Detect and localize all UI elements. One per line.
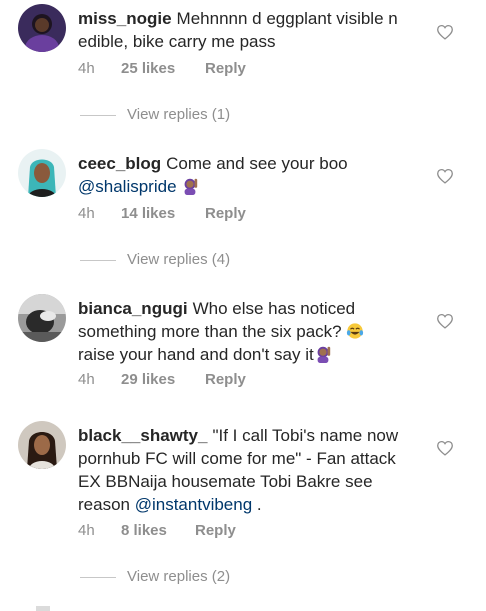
view-replies-label[interactable]: View replies (4) <box>127 249 230 271</box>
divider <box>80 260 116 261</box>
comment-text: black__shawty_ "If I call Tobi's name now… <box>78 424 418 516</box>
username[interactable]: miss_nogie <box>78 9 172 28</box>
mention-link[interactable]: @instantvibeng <box>135 495 252 514</box>
avatar[interactable] <box>18 421 66 469</box>
comment-text: miss_nogie Mehnnnn d eggplant visible n e… <box>78 7 418 53</box>
heart-icon[interactable] <box>436 24 454 40</box>
timestamp: 4h <box>78 371 95 388</box>
username[interactable]: ceec_blog <box>78 154 161 173</box>
comment-body-end: . <box>256 495 262 514</box>
heart-icon[interactable] <box>436 440 454 456</box>
reply-button[interactable]: Reply <box>205 370 246 390</box>
mention-link[interactable]: @shalispride <box>78 177 177 196</box>
tears-of-joy-icon <box>347 323 364 339</box>
username[interactable]: black__shawty_ <box>78 426 207 445</box>
reply-button[interactable]: Reply <box>205 59 246 79</box>
timestamp: 4h <box>78 522 95 539</box>
reply-button[interactable]: Reply <box>205 204 246 224</box>
reply-button[interactable]: Reply <box>195 521 236 541</box>
username[interactable]: bianca_ngugi <box>78 299 188 318</box>
likes-count[interactable]: 8 likes <box>121 521 167 541</box>
comment-text: ceec_blog Come and see your boo @shalispr… <box>78 152 418 198</box>
comment-body: Come and see your boo <box>166 154 348 173</box>
woman-raising-hand-icon <box>317 346 330 363</box>
timestamp: 4h <box>78 60 95 77</box>
likes-count[interactable]: 29 likes <box>121 370 175 390</box>
avatar[interactable] <box>18 294 66 342</box>
view-replies-label[interactable]: View replies (1) <box>127 104 230 126</box>
comment-body-continued: raise your hand and don't say it <box>78 345 314 364</box>
divider <box>80 577 116 578</box>
heart-icon[interactable] <box>436 168 454 184</box>
heart-icon[interactable] <box>436 313 454 329</box>
likes-count[interactable]: 25 likes <box>121 59 175 79</box>
woman-raising-hand-icon <box>184 178 198 195</box>
next-comment-avatar-edge <box>36 606 50 611</box>
avatar[interactable] <box>18 4 66 52</box>
likes-count[interactable]: 14 likes <box>121 204 175 224</box>
timestamp: 4h <box>78 205 95 222</box>
avatar[interactable] <box>18 149 66 197</box>
divider <box>80 115 116 116</box>
view-replies-label[interactable]: View replies (2) <box>127 566 230 588</box>
comment-text: bianca_ngugi Who else has noticed somethi… <box>78 297 418 366</box>
